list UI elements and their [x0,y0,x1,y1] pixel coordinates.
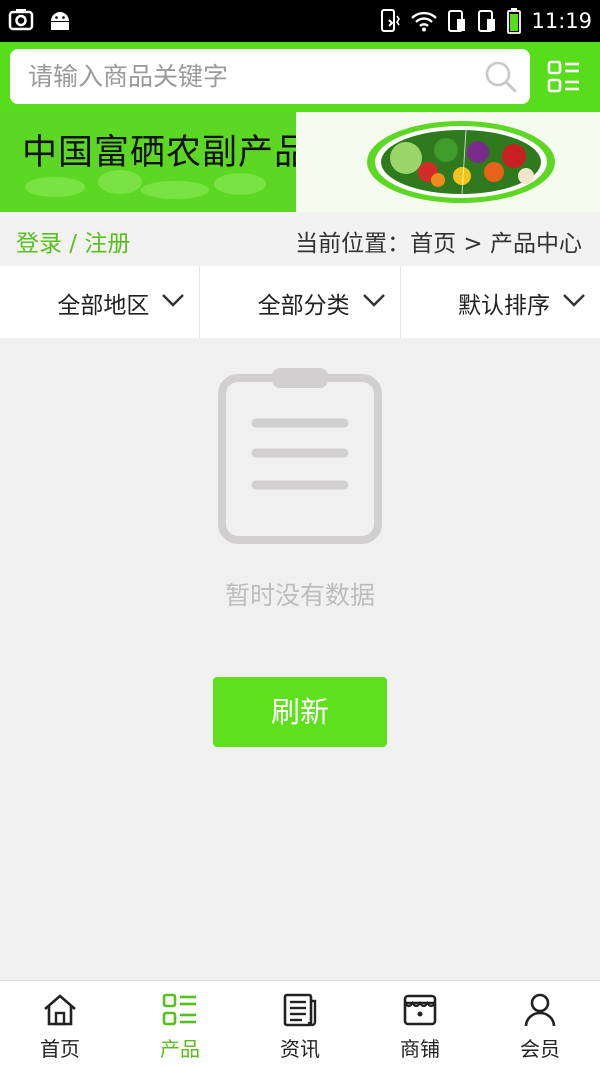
filter-region[interactable]: 全部地区 [0,266,201,338]
store-icon [403,994,437,1026]
bottom-tab-bar: 首页 产品 资讯 商铺 会员 [0,980,600,1067]
chevron-down-icon [362,294,385,307]
sim2-icon [478,10,496,32]
banner-title: 中国富硒农副产品 [22,133,311,173]
screenshot-icon [8,9,34,31]
search-box [10,49,530,104]
tab-member-label: 会员 [520,1037,560,1061]
tab-home[interactable]: 首页 [0,981,120,1067]
filter-region-label: 全部地区 [57,293,150,319]
search-icon[interactable] [484,60,518,94]
tab-home-label: 首页 [40,1037,80,1061]
breadcrumb-bar: 登录 / 注册 当前位置：首页 > 产品中心 [0,212,600,266]
vegetable-plate-image [367,121,555,203]
tab-stores-label: 商铺 [400,1037,440,1061]
tab-products-label: 产品 [160,1037,200,1061]
filter-bar: 全部地区 全部分类 默认排序 [0,266,600,338]
breadcrumb: 当前位置：首页 > 产品中心 [295,231,582,257]
top-bar [0,42,600,112]
android-icon [51,12,69,30]
product-list-icon [162,993,196,1026]
tab-products[interactable]: 产品 [120,981,240,1067]
banner-image [296,112,600,212]
status-bar: 11:19 [0,0,600,42]
tab-news-label: 资讯 [280,1037,320,1061]
sim1-icon [448,10,466,32]
tab-member[interactable]: 会员 [480,981,600,1067]
user-icon [524,993,556,1027]
filter-sort[interactable]: 默认排序 [401,266,600,338]
login-register-link[interactable]: 登录 / 注册 [16,224,130,258]
chevron-down-icon [162,294,185,307]
filter-sort-label: 默认排序 [457,293,550,319]
chevron-down-icon [563,294,585,307]
phone-vibrate-icon [381,9,401,32]
product-list-area: 暂时没有数据 刷新 [0,338,600,980]
news-icon [283,993,317,1027]
category-menu-icon[interactable] [547,60,581,94]
home-icon [44,994,76,1026]
tab-news[interactable]: 资讯 [240,981,360,1067]
tab-stores[interactable]: 商铺 [360,981,480,1067]
empty-message: 暂时没有数据 [224,581,375,610]
filter-category[interactable]: 全部分类 [200,266,401,338]
search-input[interactable] [10,49,470,104]
refresh-button[interactable]: 刷新 [213,677,387,747]
clipboard-empty-icon [218,368,382,544]
battery-icon [507,8,522,34]
clock: 11:19 [531,9,592,33]
banner[interactable]: 中国富硒农副产品 [0,112,600,212]
wifi-icon [411,11,438,32]
filter-category-label: 全部分类 [257,293,350,319]
